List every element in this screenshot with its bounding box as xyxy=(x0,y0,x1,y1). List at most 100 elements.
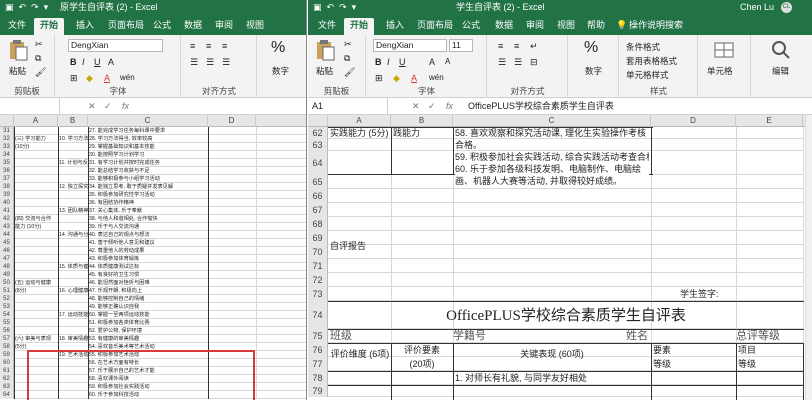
row-header[interactable]: 46 xyxy=(0,247,14,255)
cell-c[interactable]: 39. 乐于与人交流沟通 xyxy=(89,223,208,231)
cell-c64[interactable]: 60. 乐于参加各级科技发明、电脑制作、电脑绘画、机器人大赛等活动, 并取得较好… xyxy=(455,163,649,187)
paste-icon[interactable] xyxy=(314,39,336,61)
cell-r75[interactable]: 班级 xyxy=(330,329,410,343)
row-header[interactable]: 79 xyxy=(308,385,328,397)
fill-color-icon[interactable]: ◆ xyxy=(86,73,93,84)
row-header[interactable]: 62 xyxy=(0,375,14,383)
cell-b76[interactable]: 评价要素 xyxy=(393,343,451,357)
cell-c[interactable]: 53. 有健康的审美情趣 xyxy=(89,335,208,343)
row-header[interactable]: 37 xyxy=(0,175,14,183)
bold-button[interactable]: B xyxy=(375,57,382,68)
tab-review[interactable]: 审阅 xyxy=(520,18,550,35)
row-header[interactable]: 32 xyxy=(0,135,14,143)
column-header[interactable]: C xyxy=(88,115,208,127)
tab-formulas[interactable]: 公式 xyxy=(147,18,177,35)
row-header[interactable]: 31 xyxy=(0,127,14,135)
percent-icon[interactable]: % xyxy=(584,39,598,57)
row-header[interactable]: 44 xyxy=(0,231,14,239)
align-top-icon[interactable]: ≡ xyxy=(498,41,503,51)
row-header[interactable]: 35 xyxy=(0,159,14,167)
cell-title74[interactable]: OfficePLUS学校综合素质学生自评表 xyxy=(328,303,804,329)
tab-view[interactable]: 视图 xyxy=(240,18,270,35)
cell-r75[interactable]: 总评等级 xyxy=(736,329,812,343)
row-header[interactable]: 61 xyxy=(0,367,14,375)
cell-c[interactable]: 31. 有学习计划并按时完成任务 xyxy=(89,159,208,167)
cell-c[interactable]: 29. 掌握基础知识和基本技能 xyxy=(89,143,208,151)
phonetic-icon[interactable]: wén xyxy=(429,73,444,84)
tab-data[interactable]: 数据 xyxy=(178,18,208,35)
column-header[interactable]: B xyxy=(58,115,88,127)
align-left-icon[interactable]: ☰ xyxy=(190,57,198,68)
cell-b[interactable]: 14. 沟通与分享 xyxy=(59,231,88,239)
paste-button[interactable]: 粘贴 xyxy=(316,65,333,77)
cell-a[interactable]: (10分) xyxy=(15,143,57,151)
row-header[interactable]: 64 xyxy=(0,391,14,399)
column-header[interactable]: D xyxy=(208,115,256,127)
row-header[interactable]: 43 xyxy=(0,223,14,231)
align-center-icon[interactable]: ☰ xyxy=(514,57,522,68)
name-box[interactable]: A1 xyxy=(308,98,388,114)
cells-icon[interactable] xyxy=(713,39,735,61)
row-header[interactable]: 72 xyxy=(308,273,328,287)
align-bottom-icon[interactable]: ≡ xyxy=(222,41,227,51)
row-header[interactable]: 33 xyxy=(0,143,14,151)
row-header[interactable]: 62 xyxy=(308,127,328,139)
tab-help[interactable]: 帮助 xyxy=(581,18,611,35)
row-header[interactable]: 63 xyxy=(0,383,14,391)
increase-font-icon[interactable]: A xyxy=(429,57,435,68)
italic-button[interactable]: I xyxy=(387,57,390,68)
align-middle-icon[interactable]: ≡ xyxy=(206,41,211,51)
row-header[interactable]: 78 xyxy=(308,371,328,385)
cell-b[interactable]: 11. 计划与反思 xyxy=(59,159,88,167)
undo-icon[interactable]: ↶ xyxy=(327,0,335,15)
row-header[interactable]: 71 xyxy=(308,259,328,273)
row-header[interactable]: 51 xyxy=(0,287,14,295)
cell-c[interactable]: 37. 关心集体, 乐于奉献 xyxy=(89,207,208,215)
cell-c[interactable]: 27. 能完成学习任务每科课中要求 xyxy=(89,127,208,135)
formula-value[interactable]: OfficePLUS学校综合素质学生自评表 xyxy=(468,98,614,114)
enter-icon[interactable]: ✓ xyxy=(428,98,436,114)
row-header[interactable]: 77 xyxy=(308,357,328,371)
cell-b[interactable]: 15. 体质与健康 xyxy=(59,263,88,271)
align-left-icon[interactable]: ☰ xyxy=(498,57,506,68)
cells-button[interactable]: 单元格 xyxy=(707,65,733,77)
row-header[interactable]: 41 xyxy=(0,207,14,215)
format-as-table-button[interactable]: 套用表格格式 xyxy=(626,55,677,67)
row-header[interactable]: 74 xyxy=(308,301,328,329)
align-top-icon[interactable]: ≡ xyxy=(190,41,195,51)
copy-icon[interactable]: ⧉ xyxy=(35,53,41,64)
format-painter-icon[interactable]: 🖌 xyxy=(35,67,46,78)
cell-a[interactable]: (8分) xyxy=(15,287,57,295)
cell-c[interactable]: 46. 能坦然面对挫折与困难 xyxy=(89,279,208,287)
cell-b77[interactable]: (20项) xyxy=(393,357,451,371)
borders-icon[interactable]: ⊞ xyxy=(375,73,383,84)
row-header[interactable]: 69 xyxy=(308,231,328,245)
cell-a61[interactable]: 实践能力 (5分) xyxy=(330,127,390,139)
row-header[interactable]: 48 xyxy=(0,263,14,271)
tell-me-search[interactable]: 操作说明搜索 xyxy=(623,18,689,35)
select-all-corner[interactable] xyxy=(308,115,328,127)
save-icon[interactable]: ▣ xyxy=(313,0,322,15)
tab-view[interactable]: 视图 xyxy=(551,18,581,35)
tab-home[interactable]: 开始 xyxy=(34,18,65,35)
row-header[interactable]: 38 xyxy=(0,183,14,191)
underline-button[interactable]: U xyxy=(399,57,406,68)
percent-icon[interactable]: % xyxy=(271,39,285,57)
cell-c63[interactable]: 59. 积极参加社会实践活动, 综合实践活动考查合格。 xyxy=(455,151,649,163)
cell-c[interactable]: 28. 学习方法得当, 效率较高 xyxy=(89,135,208,143)
row-header[interactable]: 65 xyxy=(308,175,328,189)
customize-icon[interactable]: ▾ xyxy=(352,0,357,15)
number-button[interactable]: 数字 xyxy=(585,65,602,77)
enter-icon[interactable]: ✓ xyxy=(104,98,112,114)
tab-insert[interactable]: 插入 xyxy=(380,18,410,35)
tab-data[interactable]: 数据 xyxy=(489,18,519,35)
row-header[interactable]: 36 xyxy=(0,167,14,175)
undo-icon[interactable]: ↶ xyxy=(19,0,27,15)
cancel-icon[interactable]: ✕ xyxy=(412,98,420,114)
name-box[interactable] xyxy=(0,98,60,114)
cell-c[interactable]: 43. 积极参加体育锻炼 xyxy=(89,255,208,263)
row-header[interactable]: 56 xyxy=(0,327,14,335)
cell-a[interactable]: (六) 审美与表现 xyxy=(15,335,57,343)
save-icon[interactable]: ▣ xyxy=(5,0,14,15)
borders-icon[interactable]: ⊞ xyxy=(70,73,78,84)
